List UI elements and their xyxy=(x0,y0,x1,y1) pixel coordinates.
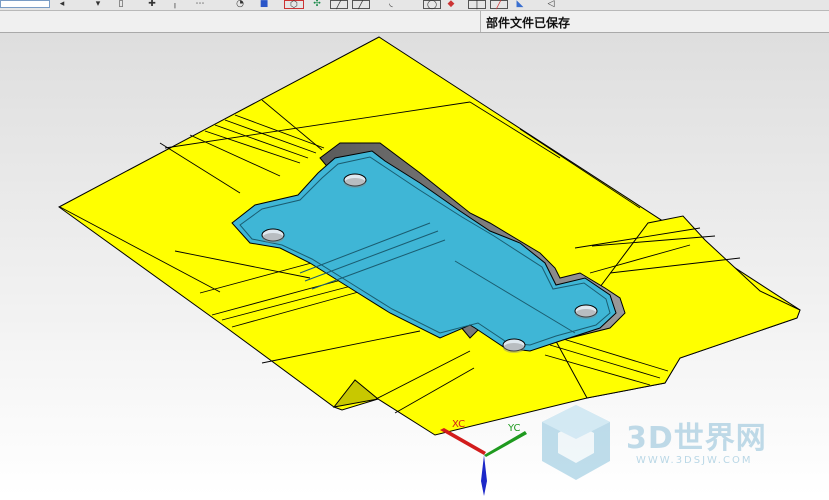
snap-icon[interactable]: ✚ xyxy=(146,0,158,9)
rotate-view-icon[interactable]: ◔ xyxy=(233,0,247,9)
move-icon[interactable]: ✣ xyxy=(310,0,324,9)
shaded-cube-icon[interactable]: ■ xyxy=(257,0,271,9)
toolbar: ◂ ▾ ▯ ✚ ╷ ⋯ ◔ ■ ⬡ ✣ ╱ ╱ ◟ ◯ ◆ │ ╱ ◣ ◁ xyxy=(0,0,829,11)
line-icon[interactable]: ╱ xyxy=(330,0,348,10)
render-icon[interactable]: ◣ xyxy=(513,0,527,9)
watermark-brand: 3D世界网 xyxy=(626,421,767,456)
x-axis-label: XC xyxy=(452,419,466,430)
render-icon[interactable]: ◁ xyxy=(545,0,557,9)
status-prompt-area xyxy=(0,11,481,32)
y-axis-label: YC xyxy=(508,423,521,434)
wireframe-icon[interactable]: ⬡ xyxy=(284,0,304,10)
point-icon[interactable]: ╷ xyxy=(170,0,180,9)
arrow-icon[interactable]: ◂ xyxy=(55,0,69,9)
arc-icon[interactable]: ╱ xyxy=(352,0,370,10)
sketch-icon[interactable]: ◆ xyxy=(445,0,457,9)
select-icon[interactable]: ▯ xyxy=(115,0,127,9)
status-bar: 部件文件已保存 xyxy=(0,11,829,33)
circle-icon[interactable]: ◟ xyxy=(385,0,397,9)
pencil-icon[interactable]: │ xyxy=(468,0,486,10)
pencil-icon[interactable]: ╱ xyxy=(490,0,508,10)
sketch-icon[interactable]: ◯ xyxy=(423,0,441,10)
filter-icon[interactable]: ▾ xyxy=(92,0,104,9)
graphics-viewport[interactable]: XC YC 3D世界网 WWW.3DSJW.COM xyxy=(0,33,829,496)
status-message: 部件文件已保存 xyxy=(486,16,571,30)
dropdown-icon[interactable] xyxy=(0,0,50,8)
watermark-url: WWW.3DSJW.COM xyxy=(636,455,753,466)
grid-icon[interactable]: ⋯ xyxy=(193,0,207,9)
